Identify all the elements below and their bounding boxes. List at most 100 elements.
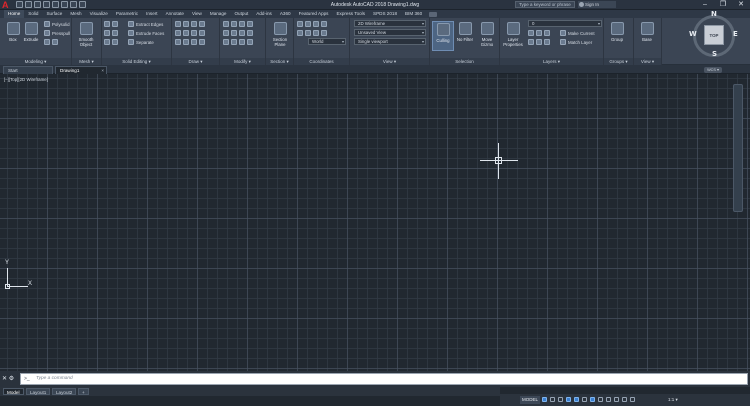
groups-panel-title[interactable]: Groups ▾ [604, 58, 633, 65]
restore-button[interactable]: ❐ [714, 0, 732, 10]
arc-icon[interactable] [199, 21, 205, 27]
erase-icon[interactable] [247, 21, 253, 27]
point-icon[interactable] [175, 39, 181, 45]
help-search-input[interactable]: Type a keyword or phrase [515, 1, 575, 8]
line-icon[interactable] [175, 21, 181, 27]
drawing1-tab[interactable]: Drawing1 × [55, 66, 107, 74]
layer-properties-button[interactable]: Layer Properties [502, 21, 524, 51]
osnap-icon[interactable] [590, 397, 595, 402]
layout1-tab[interactable]: Layout1 [26, 388, 51, 395]
offset-icon[interactable] [247, 39, 253, 45]
tab-spds-2018[interactable]: SPDS 2018 [369, 10, 401, 18]
layers-panel-title[interactable]: Layers ▾ [500, 58, 603, 65]
ucs-object-icon[interactable] [313, 30, 319, 36]
ucs-face-icon[interactable] [321, 30, 327, 36]
extract-edges-button[interactable]: Extract Edges [128, 20, 163, 28]
tab-manage[interactable]: Manage [206, 10, 231, 18]
new-icon[interactable] [16, 1, 23, 8]
ucs-view-icon[interactable] [305, 30, 311, 36]
hatch-icon[interactable] [199, 30, 205, 36]
spline-icon[interactable] [183, 30, 189, 36]
copy-icon[interactable] [223, 30, 229, 36]
rotate-icon[interactable] [231, 21, 237, 27]
move-gizmo-button[interactable]: Move Gizmo [476, 21, 498, 51]
section-plane-button[interactable]: Section Plane [268, 21, 292, 51]
move-icon[interactable] [223, 21, 229, 27]
named-view-select[interactable]: Unsaved View [354, 29, 426, 36]
tab-surface[interactable]: Surface [42, 10, 66, 18]
ucs-z-axis-icon[interactable] [313, 21, 319, 27]
tab-home[interactable]: Home [4, 10, 25, 18]
transparency-icon[interactable] [606, 397, 611, 402]
navigation-bar[interactable] [733, 84, 743, 212]
save-as-icon[interactable] [43, 1, 50, 8]
share-icon[interactable] [79, 1, 86, 8]
separate-button[interactable]: Separate [128, 38, 154, 46]
union-icon[interactable] [104, 21, 110, 27]
lineweight-icon[interactable] [598, 397, 603, 402]
tab-insert[interactable]: Insert [142, 10, 162, 18]
polyline-icon[interactable] [183, 21, 189, 27]
minimize-button[interactable]: – [696, 0, 714, 10]
save-icon[interactable] [34, 1, 41, 8]
ucs-world-select[interactable]: World [308, 38, 346, 45]
no-filter-button[interactable]: No Filter [454, 21, 476, 51]
viewport-config-select[interactable]: Single viewport [354, 38, 426, 45]
command-input[interactable]: >_ Type a command [20, 373, 748, 385]
tab-output[interactable]: Output [230, 10, 252, 18]
explode-icon[interactable] [247, 30, 253, 36]
culling-button[interactable]: Culling [432, 21, 454, 51]
wcs-menu[interactable]: WCS ▾ [704, 67, 722, 73]
tab-add-ins[interactable]: Add-ins [252, 10, 276, 18]
sphere-icon[interactable] [52, 39, 58, 45]
undo-icon[interactable] [61, 1, 68, 8]
ucs-origin-icon[interactable] [305, 21, 311, 27]
viewport-controls-label[interactable]: [–][Top][2D Wireframe] [4, 77, 48, 82]
tab-express-tools[interactable]: Express Tools [332, 10, 369, 18]
base-button[interactable]: Base [636, 21, 658, 51]
layer-thaw-icon[interactable] [544, 39, 550, 45]
circle-icon[interactable] [191, 21, 197, 27]
layer-unisolate-icon[interactable] [536, 39, 542, 45]
layer-isolate-icon[interactable] [536, 30, 542, 36]
draw-panel-title[interactable]: Draw ▾ [172, 58, 219, 65]
layout2-tab[interactable]: Layout2 [52, 388, 77, 395]
ortho-icon[interactable] [558, 397, 563, 402]
mirror-icon[interactable] [231, 30, 237, 36]
command-close-icon[interactable]: ✕ [2, 376, 7, 382]
auto-scale-icon[interactable] [630, 397, 635, 402]
mesh-panel-title[interactable]: Mesh ▾ [72, 58, 101, 65]
redo-icon[interactable] [70, 1, 77, 8]
modify-panel-title[interactable]: Modify ▾ [220, 58, 265, 65]
polar-icon[interactable] [566, 397, 571, 402]
annotation-scale[interactable]: 1:1 ▾ [668, 396, 678, 404]
group-button[interactable]: Group [606, 21, 628, 51]
tab-parametric[interactable]: Parametric [112, 10, 142, 18]
helix-icon[interactable] [199, 39, 205, 45]
layer-freeze-icon[interactable] [544, 30, 550, 36]
close-button[interactable]: ✕ [732, 0, 750, 10]
ucs-3point-icon[interactable] [321, 21, 327, 27]
grid-icon[interactable] [542, 397, 547, 402]
ucs-world-icon[interactable] [297, 30, 303, 36]
cylinder-icon[interactable] [44, 39, 50, 45]
slice-icon[interactable] [104, 39, 110, 45]
stretch-icon[interactable] [223, 39, 229, 45]
drawing-canvas[interactable]: [–][Top][2D Wireframe] [0, 74, 750, 371]
tab-visualize[interactable]: Visualize [86, 10, 112, 18]
layer-select[interactable]: 0 [528, 20, 602, 27]
viewcube[interactable]: TOP N S E W [689, 10, 738, 58]
section-panel-title[interactable]: Section ▾ [266, 58, 293, 65]
presspull-button[interactable]: Presspull [44, 29, 70, 37]
extrude-faces-button[interactable]: Extrude Faces [128, 29, 164, 37]
base-view-panel-title[interactable]: View ▾ [634, 58, 661, 65]
rectangle-icon[interactable] [175, 30, 181, 36]
ellipse-icon[interactable] [191, 30, 197, 36]
ribbon-minimize-toggle[interactable] [429, 11, 438, 17]
annotation-visibility-icon[interactable] [622, 397, 627, 402]
model-space-button[interactable]: MODEL [520, 396, 541, 404]
object-track-icon[interactable] [582, 397, 587, 402]
tab-solid[interactable]: Solid [24, 10, 42, 18]
tab-annotate[interactable]: Annotate [162, 10, 188, 18]
ucs-icon[interactable] [297, 21, 303, 27]
